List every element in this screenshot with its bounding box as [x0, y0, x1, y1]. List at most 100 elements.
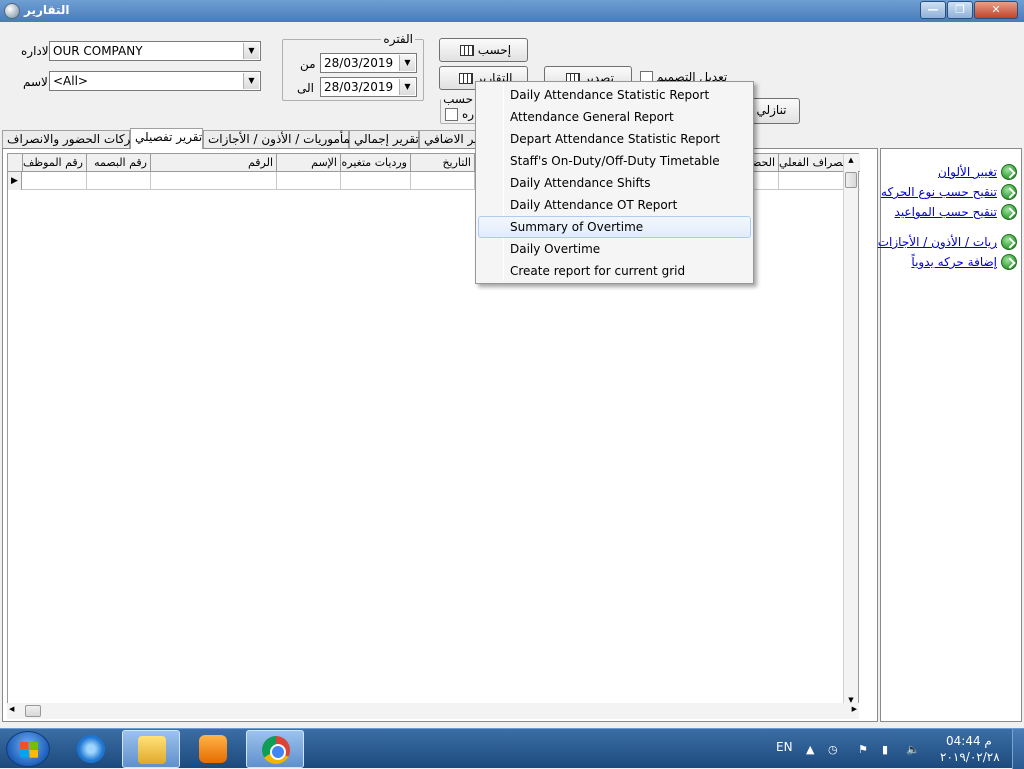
flag-icon[interactable]: ⚑ — [858, 743, 872, 756]
grid-cell[interactable] — [410, 172, 474, 190]
go-arrow-icon — [1001, 254, 1017, 270]
minimize-button[interactable]: — — [920, 1, 946, 19]
link-add-manual-movement[interactable]: إضافة حركه يدوياً — [911, 253, 1017, 271]
reports-menu: Daily Attendance Statistic Report Attend… — [475, 81, 754, 284]
chevron-down-icon[interactable]: ▼ — [243, 43, 259, 59]
taskbar-ie[interactable] — [62, 730, 120, 768]
folder-icon — [138, 736, 166, 764]
grid-cell[interactable] — [276, 172, 340, 190]
calculate-button[interactable]: إحسب — [439, 38, 528, 62]
window-title: التقارير — [24, 3, 70, 17]
chevron-down-icon[interactable]: ▼ — [399, 55, 415, 71]
name-select[interactable]: <All> ▼ — [49, 71, 261, 91]
clock-icon[interactable]: ◷ — [828, 743, 842, 756]
menu-item-staff-timetable[interactable]: Staff's On-Duty/Off-Duty Timetable — [478, 150, 751, 172]
link-text[interactable]: ريات / الأذون / الأجازات — [878, 235, 997, 249]
link-filter-by-movement[interactable]: تنقيح حسب نوع الحركه — [881, 183, 1017, 201]
link-text[interactable]: إضافة حركه يدوياً — [911, 255, 997, 269]
scroll-left-icon[interactable]: ◀ — [9, 705, 14, 713]
chevron-down-icon[interactable]: ▼ — [399, 79, 415, 95]
tab-label: تقرير إجمالي — [354, 132, 419, 146]
tab-detailed-report[interactable]: تقرير تفصيلي — [130, 128, 203, 149]
window-controls: — ❐ ✕ — [919, 1, 1018, 19]
link-filter-by-schedule[interactable]: تنقيح حسب المواعيد — [895, 203, 1017, 221]
go-arrow-icon — [1001, 184, 1017, 200]
restore-button[interactable]: ❐ — [947, 1, 973, 19]
column-header[interactable]: ورديات متغيره — [340, 154, 410, 172]
column-header[interactable]: الرقم — [150, 154, 276, 172]
sort-legend: حسب — [441, 92, 475, 106]
close-button[interactable]: ✕ — [974, 1, 1018, 19]
menu-item-create-report-current-grid[interactable]: Create report for current grid — [478, 260, 751, 282]
taskbar-explorer[interactable] — [122, 730, 180, 768]
tab-label: ير الاضافي — [424, 132, 478, 146]
links-panel: تغيير الألوان تنقيح حسب نوع الحركه تنقيح… — [878, 148, 1022, 722]
scroll-up-icon[interactable]: ▲ — [844, 156, 858, 164]
column-header[interactable]: رقم الموظف — [22, 154, 86, 172]
grid-cell[interactable] — [150, 172, 276, 190]
scroll-right-icon[interactable]: ▶ — [852, 705, 857, 713]
app-icon — [4, 3, 20, 19]
menu-item-attendance-general[interactable]: Attendance General Report — [478, 106, 751, 128]
to-date-value: 28/03/2019 — [324, 80, 394, 94]
vertical-scrollbar[interactable]: ▲ ▼ — [843, 154, 858, 706]
row-pointer-icon: ▶ — [8, 172, 22, 190]
column-header[interactable]: رقم البصمه — [86, 154, 150, 172]
from-date-field[interactable]: 28/03/2019 ▼ — [320, 53, 417, 73]
link-text[interactable]: تنقيح حسب المواعيد — [895, 205, 997, 219]
calculate-label: إحسب — [477, 43, 512, 57]
chrome-icon — [262, 736, 290, 764]
name-label: الاسم — [23, 75, 52, 89]
clock-date[interactable]: ٢٠١٩/٠٢/٢٨ — [940, 750, 1000, 764]
link-text[interactable]: تغيير الألوان — [938, 165, 997, 179]
link-text[interactable]: تنقيح حسب نوع الحركه — [881, 185, 997, 199]
taskbar-chrome[interactable] — [246, 730, 304, 768]
tab-label: حركات الحضور والانصراف — [7, 132, 139, 146]
grid-cell[interactable] — [86, 172, 150, 190]
go-arrow-icon — [1001, 234, 1017, 250]
tab-label: تقرير تفصيلي — [135, 130, 203, 144]
volume-icon[interactable]: 🔈 — [906, 743, 920, 756]
menu-item-daily-attendance-shifts[interactable]: Daily Attendance Shifts — [478, 172, 751, 194]
menu-item-daily-overtime[interactable]: Daily Overtime — [478, 238, 751, 260]
show-desktop-button[interactable] — [1012, 729, 1024, 769]
signal-icon[interactable]: ▮ — [882, 743, 896, 756]
link-change-colors[interactable]: تغيير الألوان — [938, 163, 1017, 181]
windows-logo-icon — [20, 742, 38, 758]
chevron-up-icon[interactable]: ▲ — [806, 743, 820, 756]
go-arrow-icon — [1001, 164, 1017, 180]
menu-item-depart-attendance-statistic[interactable]: Depart Attendance Statistic Report — [478, 128, 751, 150]
go-arrow-icon — [1001, 204, 1017, 220]
internet-explorer-icon — [77, 735, 105, 763]
menu-item-daily-attendance-statistic[interactable]: Daily Attendance Statistic Report — [478, 84, 751, 106]
dept-value: OUR COMPANY — [53, 44, 143, 58]
tab-missions-leaves[interactable]: المأموريات / الأذون / الأجازات — [203, 130, 357, 148]
scroll-thumb[interactable] — [25, 705, 41, 717]
tab-attendance-movements[interactable]: حركات الحضور والانصراف — [2, 130, 139, 148]
link-missions-leaves[interactable]: ريات / الأذون / الأجازات — [878, 233, 1017, 251]
column-header[interactable]: الإسم — [276, 154, 340, 172]
column-header[interactable]: التاريخ — [410, 154, 474, 172]
menu-item-daily-attendance-ot[interactable]: Daily Attendance OT Report — [478, 194, 751, 216]
to-label: الى — [297, 81, 314, 95]
language-indicator[interactable]: EN — [776, 740, 793, 754]
horizontal-scrollbar[interactable]: ◀ ▶ — [7, 703, 859, 719]
start-button[interactable] — [6, 731, 50, 767]
from-label: من — [300, 57, 316, 71]
title-bar: التقارير — ❐ ✕ — [0, 0, 1024, 22]
clock-time[interactable]: 04:44 م — [946, 734, 992, 748]
name-value: <All> — [53, 74, 88, 88]
period-legend: الفتره — [381, 32, 415, 46]
menu-item-summary-of-overtime[interactable]: Summary of Overtime — [478, 216, 751, 238]
to-date-field[interactable]: 28/03/2019 ▼ — [320, 77, 417, 97]
taskbar-media-player[interactable] — [184, 730, 242, 768]
chevron-down-icon[interactable]: ▼ — [243, 73, 259, 89]
tab-overtime[interactable]: ير الاضافي — [419, 130, 478, 148]
scroll-thumb[interactable] — [845, 172, 857, 188]
report-icon — [458, 73, 473, 84]
from-date-value: 28/03/2019 — [324, 56, 394, 70]
sort-checkbox[interactable] — [445, 108, 458, 121]
dept-select[interactable]: OUR COMPANY ▼ — [49, 41, 261, 61]
grid-cell[interactable] — [340, 172, 410, 190]
tab-general-report[interactable]: تقرير إجمالي — [349, 130, 419, 148]
